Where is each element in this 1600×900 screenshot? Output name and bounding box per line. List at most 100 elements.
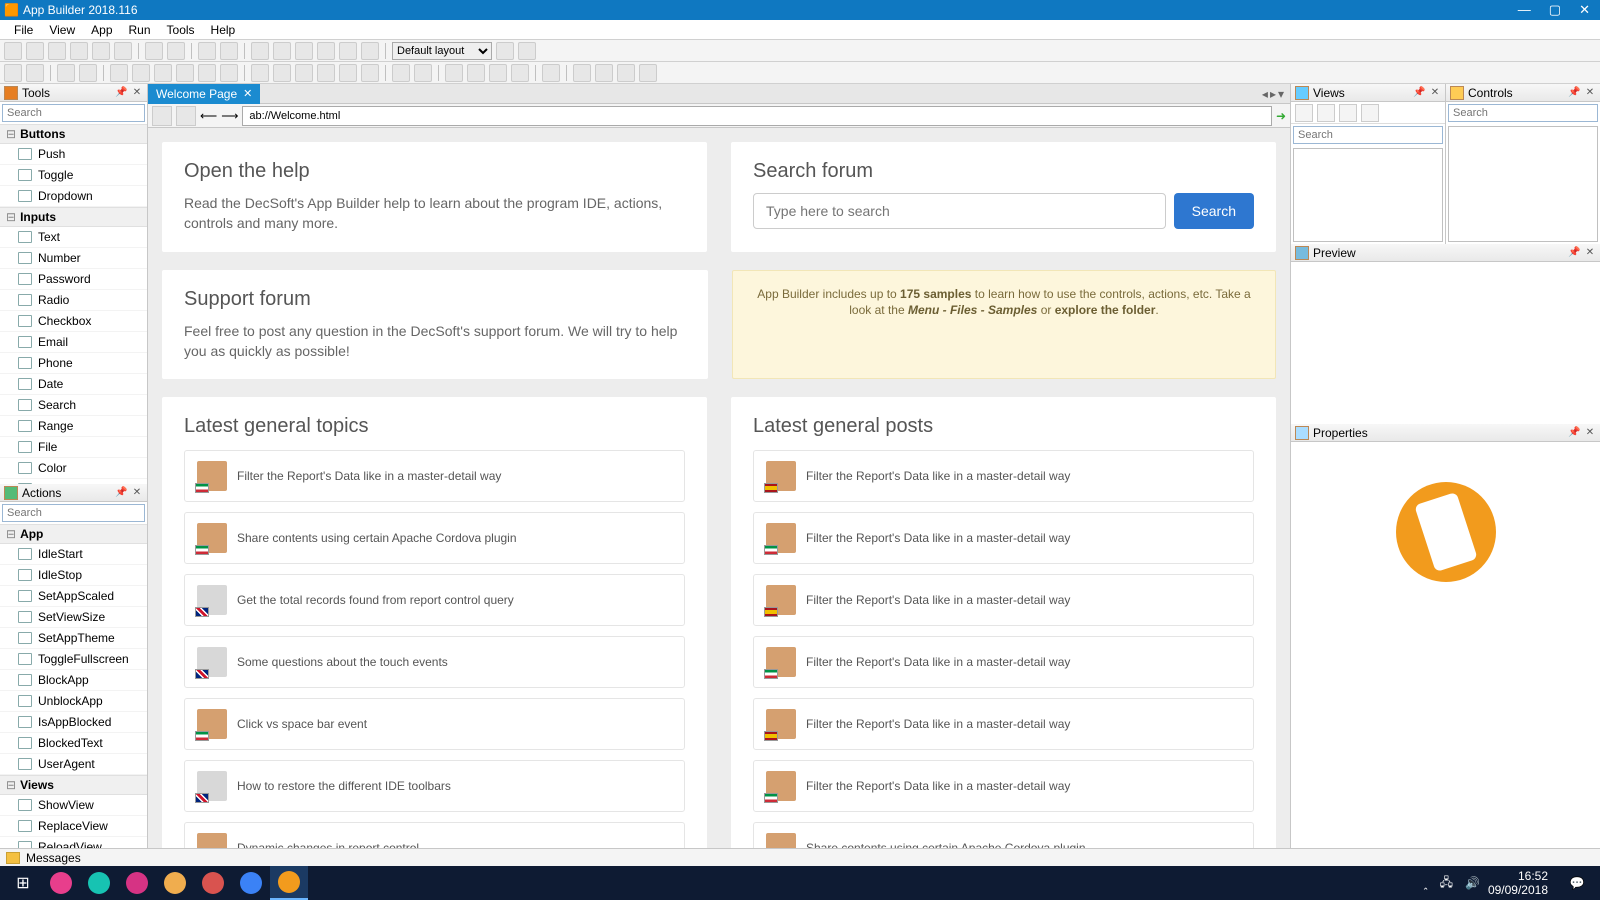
toolbar-button[interactable] <box>295 42 313 60</box>
toolbar-button[interactable] <box>639 64 657 82</box>
tree-item[interactable]: SetViewSize <box>0 607 147 628</box>
close-icon[interactable]: ✕ <box>131 487 143 499</box>
forum-search-input[interactable] <box>753 193 1166 229</box>
toolbar-button[interactable] <box>361 42 379 60</box>
pin-icon[interactable]: 📌 <box>1568 87 1580 99</box>
tree-item[interactable]: BlockApp <box>0 670 147 691</box>
tray-chevron-icon[interactable]: ꞈ <box>1424 876 1428 890</box>
tab-next-icon[interactable]: ▸ <box>1270 87 1276 101</box>
tree-item[interactable]: Search <box>0 395 147 416</box>
tree-item[interactable]: Checkbox <box>0 311 147 332</box>
tree-item[interactable]: UnblockApp <box>0 691 147 712</box>
toolbar-button[interactable] <box>167 42 185 60</box>
menu-app[interactable]: App <box>83 21 120 39</box>
tree-item[interactable]: IdleStop <box>0 565 147 586</box>
toolbar-button[interactable] <box>339 42 357 60</box>
close-icon[interactable]: ✕ <box>1584 247 1596 259</box>
tools-search-input[interactable] <box>2 104 145 122</box>
start-button[interactable]: ⊞ <box>4 866 42 900</box>
tree-item[interactable]: Text <box>0 227 147 248</box>
toolbar-button[interactable] <box>511 64 529 82</box>
toolbar-button[interactable] <box>496 42 514 60</box>
tree-item[interactable]: IsAppBlocked <box>0 712 147 733</box>
move-down-button[interactable] <box>1361 104 1379 122</box>
tab-welcome-page[interactable]: Welcome Page ✕ <box>148 84 260 104</box>
forum-item[interactable]: Filter the Report's Data like in a maste… <box>753 574 1254 626</box>
notifications-button[interactable]: 💬 <box>1558 866 1596 900</box>
taskbar-app[interactable] <box>80 866 118 900</box>
tray-volume-icon[interactable]: 🔊 <box>1465 876 1480 890</box>
tab-prev-icon[interactable]: ◂ <box>1262 87 1268 101</box>
forum-item[interactable]: Share contents using certain Apache Cord… <box>184 512 685 564</box>
maximize-button[interactable]: ▢ <box>1549 2 1561 18</box>
tree-group[interactable]: Views <box>0 775 147 795</box>
tree-item[interactable]: SetAppScaled <box>0 586 147 607</box>
nav-forward-icon[interactable]: ⟶ <box>221 109 238 123</box>
pin-icon[interactable]: 📌 <box>1413 87 1425 99</box>
forum-item[interactable]: Share contents using certain Apache Cord… <box>753 822 1254 848</box>
views-search-input[interactable] <box>1293 126 1443 144</box>
close-icon[interactable]: ✕ <box>131 87 143 99</box>
menu-run[interactable]: Run <box>121 21 159 39</box>
forum-item[interactable]: Filter the Report's Data like in a maste… <box>753 636 1254 688</box>
refresh-button[interactable] <box>176 106 196 126</box>
toolbar-button[interactable] <box>414 64 432 82</box>
forum-item[interactable]: Filter the Report's Data like in a maste… <box>184 450 685 502</box>
toolbar-button[interactable] <box>273 64 291 82</box>
close-icon[interactable]: ✕ <box>1429 87 1441 99</box>
taskbar-clock[interactable]: 16:52 09/09/2018 <box>1488 869 1558 898</box>
explore-folder-link[interactable]: explore the folder <box>1055 303 1156 317</box>
tree-item[interactable]: Email <box>0 332 147 353</box>
toolbar-button[interactable] <box>295 64 313 82</box>
tree-item[interactable]: ShowView <box>0 795 147 816</box>
move-up-button[interactable] <box>1339 104 1357 122</box>
toolbar-button[interactable] <box>361 64 379 82</box>
menu-file[interactable]: File <box>6 21 41 39</box>
toolbar-button[interactable] <box>392 64 410 82</box>
close-icon[interactable]: ✕ <box>1584 87 1596 99</box>
toolbar-button[interactable] <box>145 42 163 60</box>
toolbar-button[interactable] <box>595 64 613 82</box>
toolbar-button[interactable] <box>489 64 507 82</box>
toolbar-button[interactable] <box>4 64 22 82</box>
tray-network-icon[interactable]: 🖧 <box>1440 873 1453 894</box>
toolbar-button[interactable] <box>467 64 485 82</box>
toolbar-button[interactable] <box>132 64 150 82</box>
toolbar-button[interactable] <box>198 42 216 60</box>
forum-item[interactable]: Get the total records found from report … <box>184 574 685 626</box>
toolbar-button[interactable] <box>273 42 291 60</box>
toolbar-button[interactable] <box>445 64 463 82</box>
tree-item[interactable]: Date <box>0 374 147 395</box>
toolbar-button[interactable] <box>339 64 357 82</box>
pin-icon[interactable]: 📌 <box>1568 247 1580 259</box>
tree-item[interactable]: Range <box>0 416 147 437</box>
toolbar-button[interactable] <box>251 42 269 60</box>
toolbar-button[interactable] <box>92 42 110 60</box>
go-button[interactable]: ➜ <box>1276 109 1286 123</box>
forum-item[interactable]: Filter the Report's Data like in a maste… <box>753 760 1254 812</box>
toolbar-button[interactable] <box>4 42 22 60</box>
forum-item[interactable]: How to restore the different IDE toolbar… <box>184 760 685 812</box>
tree-item[interactable]: Phone <box>0 353 147 374</box>
taskbar-app[interactable] <box>156 866 194 900</box>
minimize-button[interactable]: — <box>1518 2 1531 18</box>
toolbar-button[interactable] <box>317 64 335 82</box>
taskbar-app[interactable] <box>42 866 80 900</box>
forum-item[interactable]: Click vs space bar event <box>184 698 685 750</box>
close-button[interactable]: ✕ <box>1579 2 1590 18</box>
toolbar-button[interactable] <box>617 64 635 82</box>
pin-icon[interactable]: 📌 <box>115 487 127 499</box>
controls-search-input[interactable] <box>1448 104 1598 122</box>
menu-view[interactable]: View <box>41 21 83 39</box>
toolbar-button[interactable] <box>114 42 132 60</box>
layout-selector[interactable]: Default layout <box>392 42 492 60</box>
toolbar-button[interactable] <box>110 64 128 82</box>
tree-item[interactable]: Password <box>0 269 147 290</box>
forum-item[interactable]: Dynamic changes in report control <box>184 822 685 848</box>
close-icon[interactable]: ✕ <box>1584 427 1596 439</box>
toolbar-button[interactable] <box>220 42 238 60</box>
tree-item[interactable]: Number <box>0 248 147 269</box>
tree-group[interactable]: Buttons <box>0 124 147 144</box>
toolbar-button[interactable] <box>48 42 66 60</box>
tree-item[interactable]: IdleStart <box>0 544 147 565</box>
